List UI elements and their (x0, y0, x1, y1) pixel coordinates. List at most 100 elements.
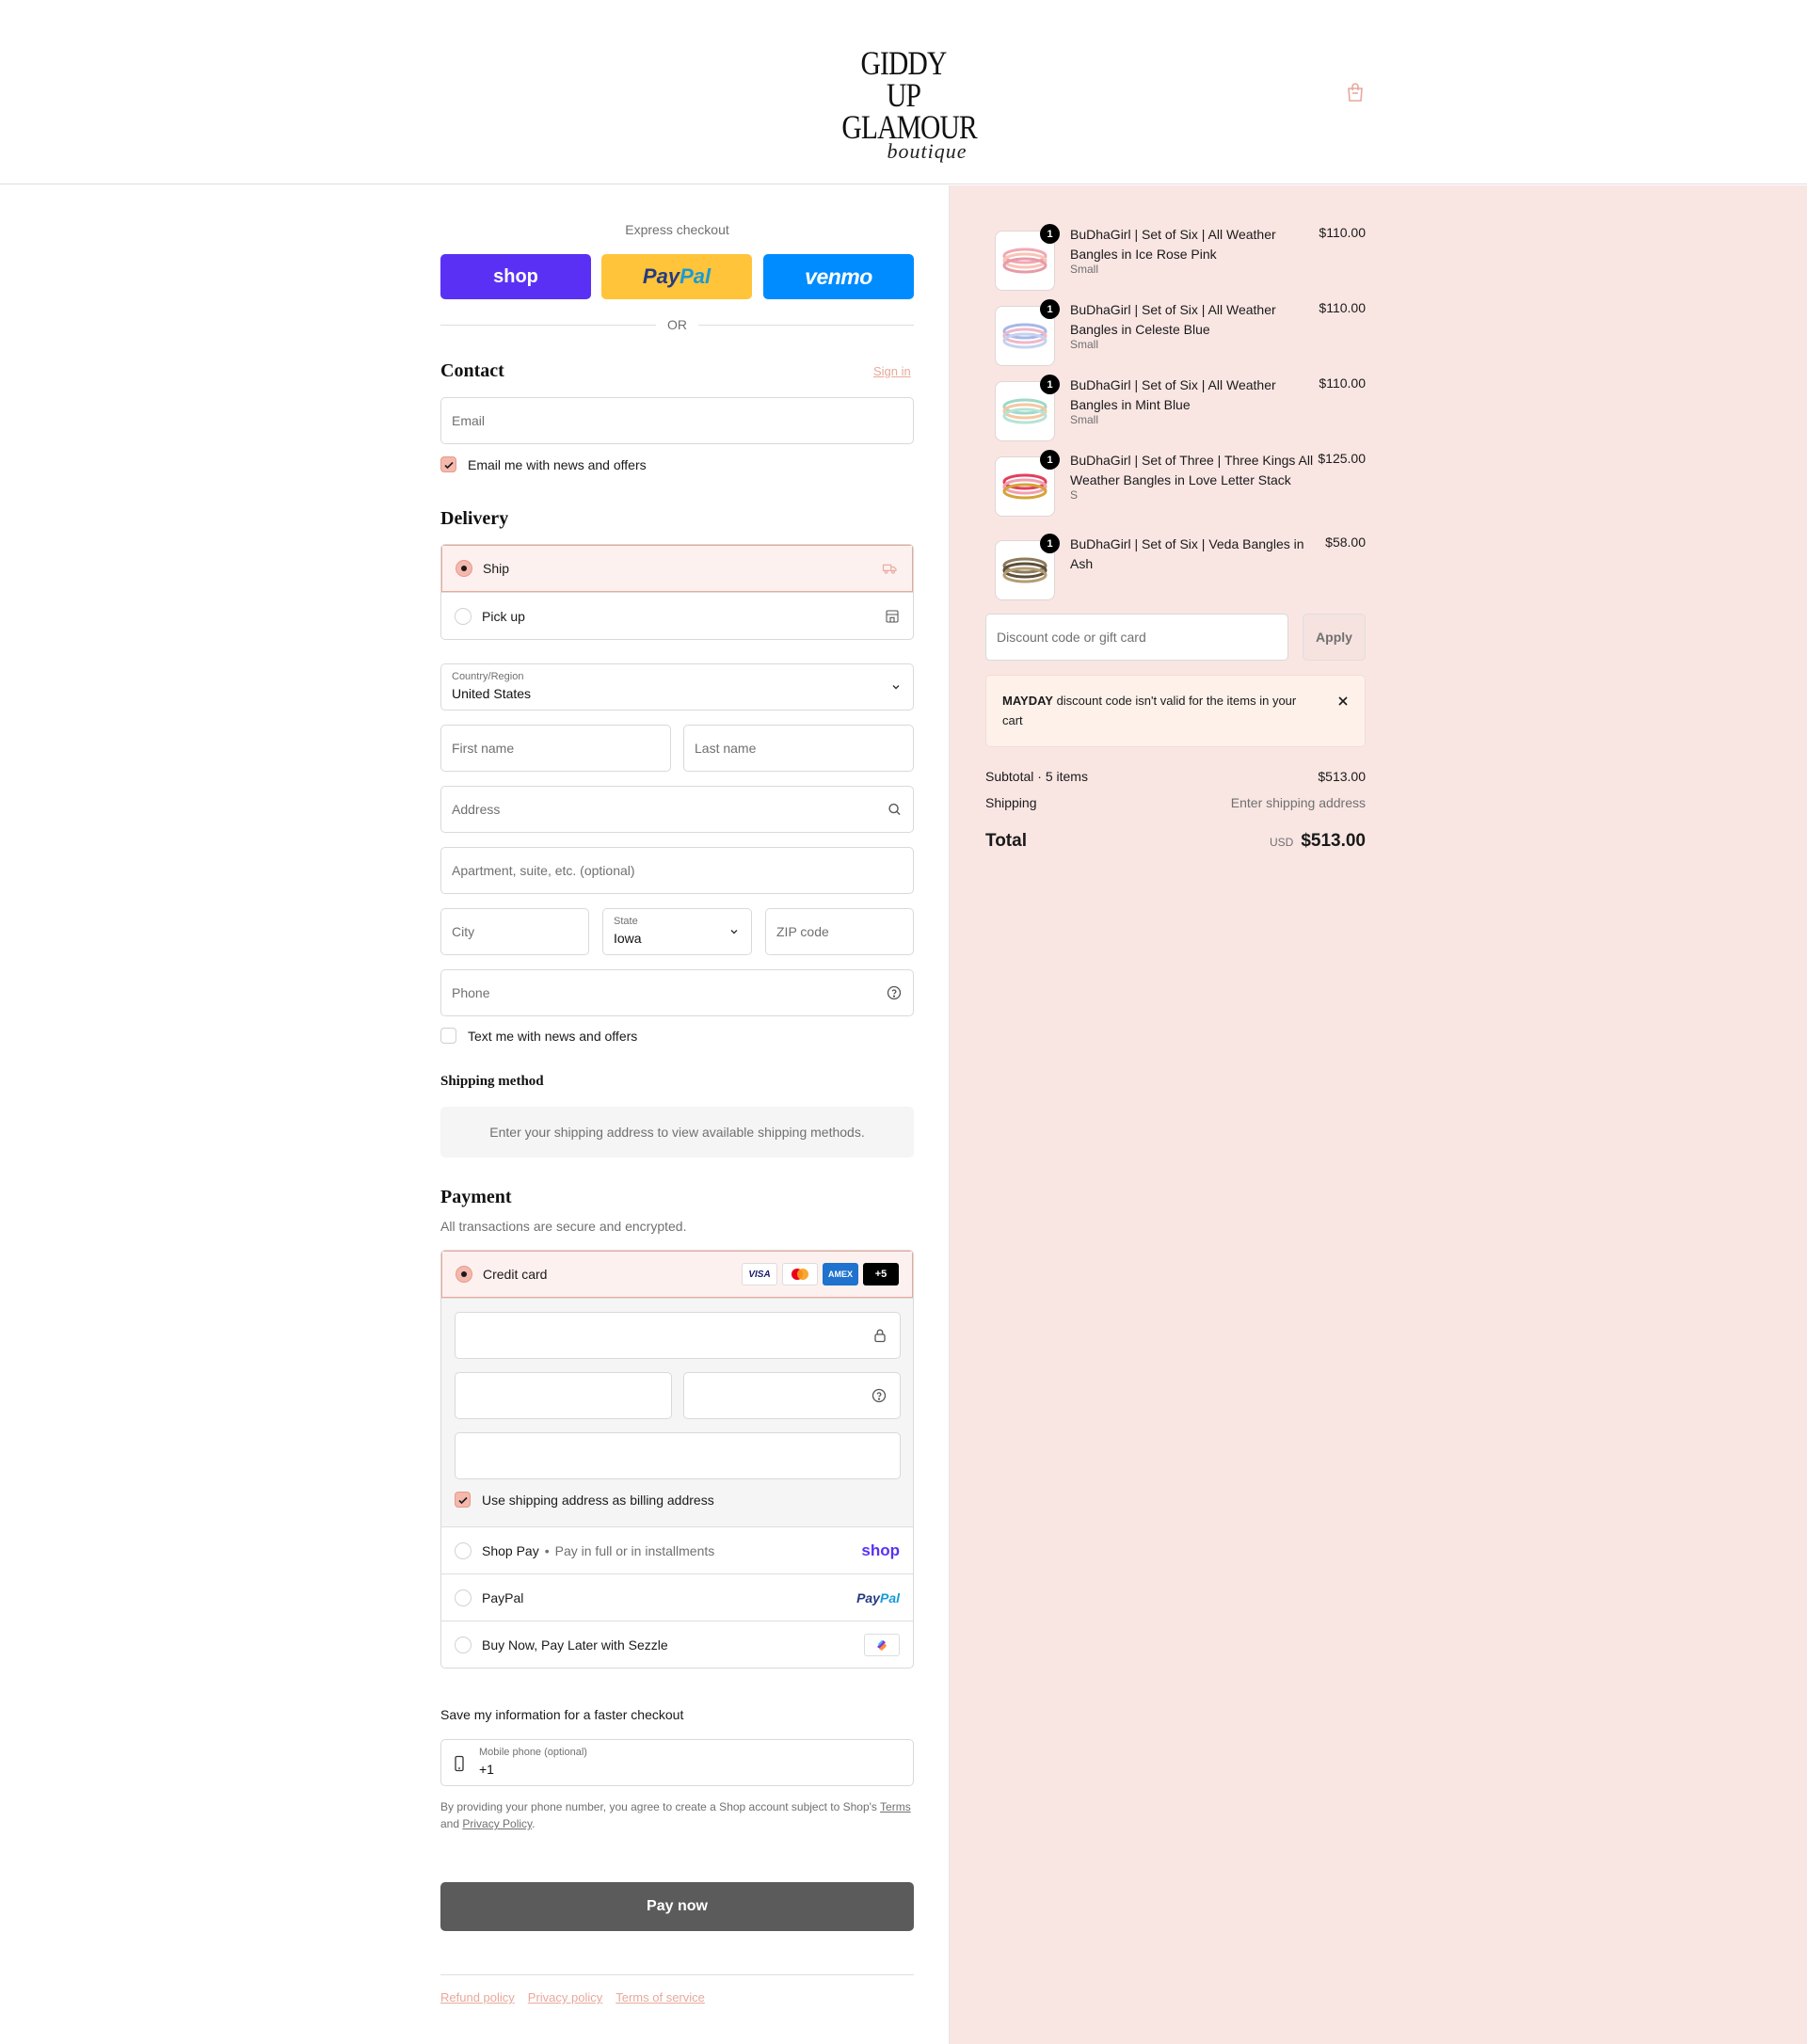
last-name-placeholder: Last name (695, 741, 757, 756)
search-icon (888, 803, 902, 817)
product-variant: Small (1070, 263, 1099, 276)
visa-icon: VISA (742, 1263, 777, 1285)
refund-policy-link[interactable]: Refund policy (440, 1990, 515, 2004)
payment-option-credit-card[interactable]: Credit card VISA AMEX +5 (441, 1251, 913, 1298)
product-thumbnail: 1 (995, 375, 1060, 441)
lock-icon (873, 1328, 887, 1346)
contact-heading: Contact (440, 360, 504, 381)
close-icon[interactable] (1336, 693, 1350, 712)
product-name: BuDhaGirl | Set of Six | Veda Bangles in… (1070, 536, 1304, 571)
total-value: $513.00 (1301, 831, 1366, 851)
paypal-logo: Pay Pal (856, 1590, 900, 1605)
shop-privacy-link[interactable]: Privacy Policy (462, 1817, 532, 1830)
phone-placeholder: Phone (452, 985, 490, 1000)
payment-option-shop-pay[interactable]: Shop Pay • Pay in full or in installment… (441, 1526, 913, 1573)
shop-terms-link[interactable]: Terms (880, 1800, 911, 1813)
product-price: $58.00 (1325, 535, 1366, 550)
city-field[interactable]: City (440, 908, 589, 955)
email-news-checkbox[interactable]: Email me with news and offers (440, 456, 647, 472)
help-circle-icon[interactable] (887, 985, 902, 1000)
product-variant: Small (1070, 338, 1099, 351)
logo-line-2: GLAMOUR (841, 108, 977, 146)
currency-code: USD (1269, 836, 1294, 849)
venmo-express-button[interactable]: venmo (763, 254, 914, 299)
text-news-checkbox[interactable]: Text me with news and offers (440, 1028, 637, 1044)
apartment-placeholder: Apartment, suite, etc. (optional) (452, 863, 635, 878)
mobile-phone-field[interactable]: Mobile phone (optional) +1 (440, 1739, 914, 1786)
subtotal-label: Subtotal · 5 items (985, 769, 1088, 784)
delivery-method-group: Ship Pick up (440, 544, 914, 640)
pay-now-button[interactable]: Pay now (440, 1882, 914, 1931)
delivery-option-ship[interactable]: Ship (441, 545, 913, 592)
footer-links: Refund policy Privacy policy Terms of se… (440, 1990, 705, 2004)
security-code-field[interactable] (683, 1372, 901, 1419)
email-field[interactable]: Email (440, 397, 914, 444)
card-brand-icons: VISA AMEX +5 (737, 1263, 899, 1285)
radio-empty-icon (455, 607, 472, 625)
apartment-field[interactable]: Apartment, suite, etc. (optional) (440, 847, 914, 894)
phone-field[interactable]: Phone (440, 969, 914, 1016)
mastercard-icon (782, 1263, 818, 1285)
state-label: State (614, 916, 638, 927)
billing-same-checkbox[interactable]: Use shipping address as billing address (455, 1492, 714, 1508)
cart-item: 1 BuDhaGirl | Set of Six | All Weather Ba… (985, 224, 1366, 291)
zip-placeholder: ZIP code (776, 924, 829, 939)
country-select[interactable]: Country/Region United States (440, 663, 914, 711)
or-divider: OR (440, 315, 914, 334)
discount-error-alert: MAYDAY discount code isn't valid for the… (985, 675, 1366, 747)
shipping-value: Enter shipping address (1230, 795, 1366, 810)
payment-subtext: All transactions are secure and encrypte… (440, 1219, 687, 1234)
credit-card-form: Use shipping address as billing address (441, 1298, 913, 1526)
mobile-phone-label: Mobile phone (optional) (479, 1747, 587, 1758)
product-thumbnail: 1 (995, 450, 1060, 517)
mobile-phone-icon (454, 1755, 465, 1775)
shopping-bag-icon[interactable] (1344, 81, 1367, 104)
credit-card-label: Credit card (483, 1267, 548, 1282)
help-circle-icon[interactable] (872, 1388, 887, 1406)
store-logo[interactable]: GIDDY UP GLAMOUR boutique (828, 44, 979, 163)
product-thumbnail: 1 (995, 534, 1060, 600)
address-field[interactable]: Address (440, 786, 914, 833)
quantity-badge: 1 (1040, 375, 1060, 394)
last-name-field[interactable]: Last name (683, 725, 914, 772)
payment-option-paypal[interactable]: PayPal Pay Pal (441, 1573, 913, 1621)
sezzle-option-label: Buy Now, Pay Later with Sezzle (482, 1637, 668, 1653)
terms-of-service-link[interactable]: Terms of service (616, 1990, 705, 2004)
discount-code-field[interactable]: Discount code or gift card (985, 614, 1288, 661)
city-placeholder: City (452, 924, 475, 939)
legal-and: and (440, 1817, 463, 1830)
privacy-policy-link[interactable]: Privacy policy (528, 1990, 602, 2004)
quantity-badge: 1 (1040, 299, 1060, 319)
delivery-heading: Delivery (440, 508, 509, 529)
shop-pay-express-button[interactable]: shop (440, 254, 591, 299)
product-variant: Small (1070, 413, 1099, 426)
shop-pay-sub-label: Pay in full or in installments (554, 1542, 715, 1558)
subtotal-row: Subtotal · 5 items $513.00 (985, 769, 1366, 784)
truck-icon (882, 560, 899, 577)
expiration-date-field[interactable] (455, 1372, 672, 1419)
paypal-express-button[interactable]: Pay Pal (601, 254, 752, 299)
state-select[interactable]: State Iowa (602, 908, 752, 955)
apply-discount-button[interactable]: Apply (1303, 614, 1366, 661)
delivery-option-pickup[interactable]: Pick up (441, 592, 913, 639)
logo-line-1: GIDDY UP (860, 44, 947, 114)
zip-field[interactable]: ZIP code (765, 908, 914, 955)
card-number-field[interactable] (455, 1312, 901, 1359)
payment-option-sezzle[interactable]: Buy Now, Pay Later with Sezzle (441, 1621, 913, 1668)
first-name-field[interactable]: First name (440, 725, 671, 772)
paypal-label-b: Pal (680, 264, 712, 288)
email-news-label: Email me with news and offers (468, 456, 647, 472)
radio-selected-icon (456, 560, 472, 577)
name-on-card-field[interactable] (455, 1432, 901, 1479)
product-price: $110.00 (1319, 300, 1366, 315)
subtotal-value: $513.00 (1318, 769, 1366, 784)
paypal-logo-b: Pal (879, 1589, 900, 1605)
shipping-method-info: Enter your shipping address to view avai… (440, 1107, 914, 1158)
more-brands-badge: +5 (863, 1263, 899, 1285)
total-row: Total USD $513.00 (985, 831, 1366, 852)
legal-prefix: By providing your phone number, you agre… (440, 1800, 881, 1813)
shipping-label: Shipping (985, 795, 1037, 810)
billing-same-label: Use shipping address as billing address (482, 1492, 714, 1508)
sign-in-link[interactable]: Sign in (873, 364, 911, 378)
text-news-label: Text me with news and offers (468, 1028, 638, 1044)
